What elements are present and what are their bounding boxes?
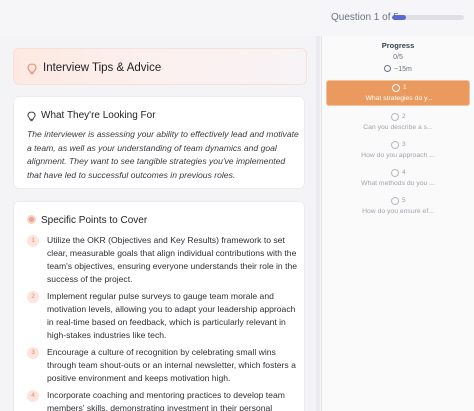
question-nav-item-4[interactable]: 4 What methods do you ... xyxy=(326,166,470,192)
question-progress-bar xyxy=(392,15,464,20)
question-label: What methods do you ... xyxy=(361,180,435,187)
question-label: What strategies do y... xyxy=(365,95,433,102)
question-number: 5 xyxy=(402,197,406,204)
progress-sidebar: Progress 0/5 ~15m 1 What strategies do y… xyxy=(322,36,474,411)
progress-count: 0/5 xyxy=(393,54,403,61)
question-number: 1 xyxy=(403,84,407,91)
question-number: 3 xyxy=(402,141,406,148)
question-nav-item-1[interactable]: 1 What strategies do y... xyxy=(326,80,470,106)
question-counter: Question 1 of 5 xyxy=(331,12,399,23)
lightbulb-icon xyxy=(27,62,37,80)
question-number: 2 xyxy=(402,113,406,120)
looking-for-text: The interviewer is assessing your abilit… xyxy=(27,129,299,180)
point-number-badge: 2 xyxy=(27,291,39,303)
main-scrollbar[interactable] xyxy=(316,36,320,411)
question-label: Can you describe a s... xyxy=(363,124,433,131)
looking-for-card: What They're Looking For The interviewer… xyxy=(13,96,305,189)
time-estimate: ~15m xyxy=(322,65,474,73)
point-number-badge: 4 xyxy=(27,390,39,402)
point-text: Incorporate coaching and mentoring pract… xyxy=(47,390,285,411)
circle-icon xyxy=(391,197,399,205)
point-number-badge: 3 xyxy=(27,347,39,359)
circle-icon xyxy=(391,141,399,149)
tips-title: Interview Tips & Advice xyxy=(43,62,162,74)
circle-icon xyxy=(392,84,400,92)
question-nav-item-3[interactable]: 3 How do you approach ... xyxy=(326,138,470,164)
specific-points-card: Specific Points to Cover 1 Utilize the O… xyxy=(13,201,305,411)
question-nav-item-5[interactable]: 5 How do you ensure ef... xyxy=(326,194,470,220)
target-icon xyxy=(27,215,36,224)
question-nav-item-2[interactable]: 2 Can you describe a s... xyxy=(326,110,470,136)
question-progress-fill xyxy=(392,15,407,20)
tips-header-card: Interview Tips & Advice xyxy=(13,48,307,85)
looking-for-title: What They're Looking For xyxy=(41,110,156,121)
question-label: How do you approach ... xyxy=(361,152,435,159)
circle-icon xyxy=(391,169,399,177)
point-number-badge: 1 xyxy=(27,235,39,247)
specific-points-title: Specific Points to Cover xyxy=(41,215,148,226)
point-text: Implement regular pulse surveys to gauge… xyxy=(47,291,296,340)
point-text: Encourage a culture of recognition by ce… xyxy=(47,347,296,383)
circle-icon xyxy=(391,113,399,121)
clock-icon xyxy=(384,65,392,72)
top-bar: Question 1 of 5 xyxy=(0,0,474,36)
question-label: How do you ensure ef... xyxy=(362,208,434,215)
time-estimate-label: ~15m xyxy=(394,66,412,73)
point-text: Utilize the OKR (Objectives and Key Resu… xyxy=(47,235,298,284)
question-number: 4 xyxy=(402,169,406,176)
progress-title: Progress xyxy=(381,41,415,50)
lightbulb-icon xyxy=(27,109,36,127)
